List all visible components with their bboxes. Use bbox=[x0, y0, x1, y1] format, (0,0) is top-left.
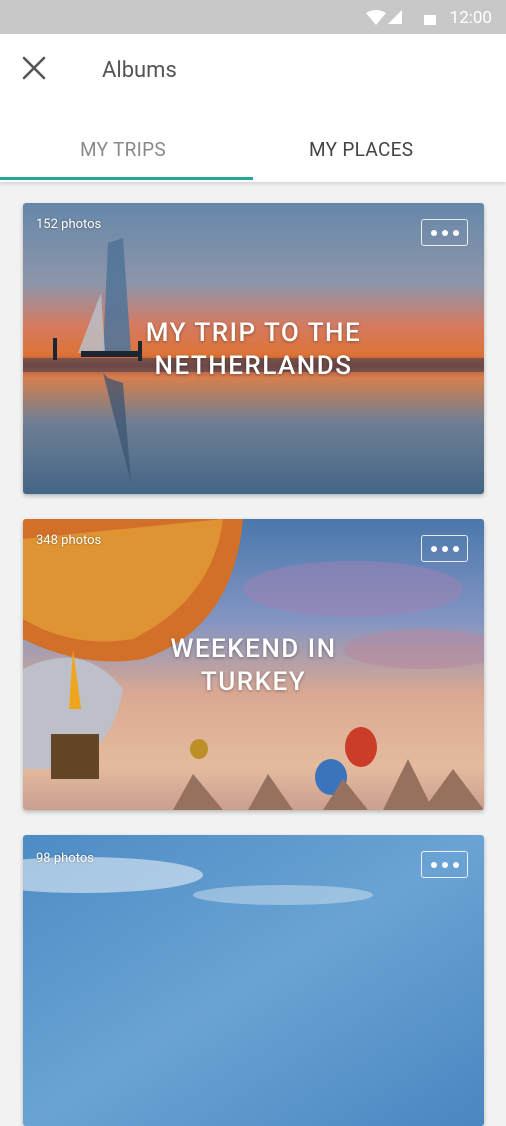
album-photo-count: 152 photos bbox=[36, 217, 102, 232]
album-title-line: NETHERLANDS bbox=[154, 351, 353, 381]
status-time: 12:00 bbox=[449, 8, 492, 28]
more-options-button[interactable] bbox=[421, 535, 468, 562]
more-dot-icon bbox=[441, 229, 448, 236]
album-photo-count: 348 photos bbox=[36, 533, 102, 548]
status-bar: 12:00 bbox=[0, 0, 506, 34]
page-title: Albums bbox=[102, 58, 177, 83]
battery-icon bbox=[424, 15, 436, 25]
album-card[interactable]: 152 photos MY TRIP TO THE NETHERLANDS bbox=[23, 203, 484, 494]
wifi-icon bbox=[366, 10, 386, 25]
tab-indicator bbox=[0, 177, 253, 180]
more-options-button[interactable] bbox=[421, 851, 468, 878]
tab-my-trips[interactable]: MY TRIPS bbox=[80, 138, 166, 161]
more-dot-icon bbox=[430, 545, 437, 552]
cell-signal-icon bbox=[388, 10, 402, 24]
more-dot-icon bbox=[452, 229, 459, 236]
more-dot-icon bbox=[452, 545, 459, 552]
tab-my-places[interactable]: MY PLACES bbox=[309, 138, 413, 161]
album-title: MY TRIP TO THE NETHERLANDS bbox=[23, 317, 484, 383]
album-photo-count: 98 photos bbox=[36, 851, 94, 866]
album-title-line: WEEKEND IN bbox=[170, 634, 337, 664]
more-dot-icon bbox=[452, 861, 459, 868]
album-card[interactable]: 348 photos WEEKEND IN TURKEY bbox=[23, 519, 484, 810]
app-bar: Albums MY TRIPS MY PLACES bbox=[0, 34, 506, 182]
album-title-line: TURKEY bbox=[200, 667, 307, 697]
more-dot-icon bbox=[430, 861, 437, 868]
more-dot-icon bbox=[441, 545, 448, 552]
album-title-line: MY TRIP TO THE bbox=[145, 318, 362, 348]
close-icon[interactable] bbox=[20, 54, 48, 82]
more-options-button[interactable] bbox=[421, 219, 468, 246]
more-dot-icon bbox=[430, 229, 437, 236]
album-card[interactable]: 98 photos bbox=[23, 835, 484, 1126]
album-cover-image bbox=[23, 835, 484, 1126]
album-title: WEEKEND IN TURKEY bbox=[23, 633, 484, 699]
more-dot-icon bbox=[441, 861, 448, 868]
